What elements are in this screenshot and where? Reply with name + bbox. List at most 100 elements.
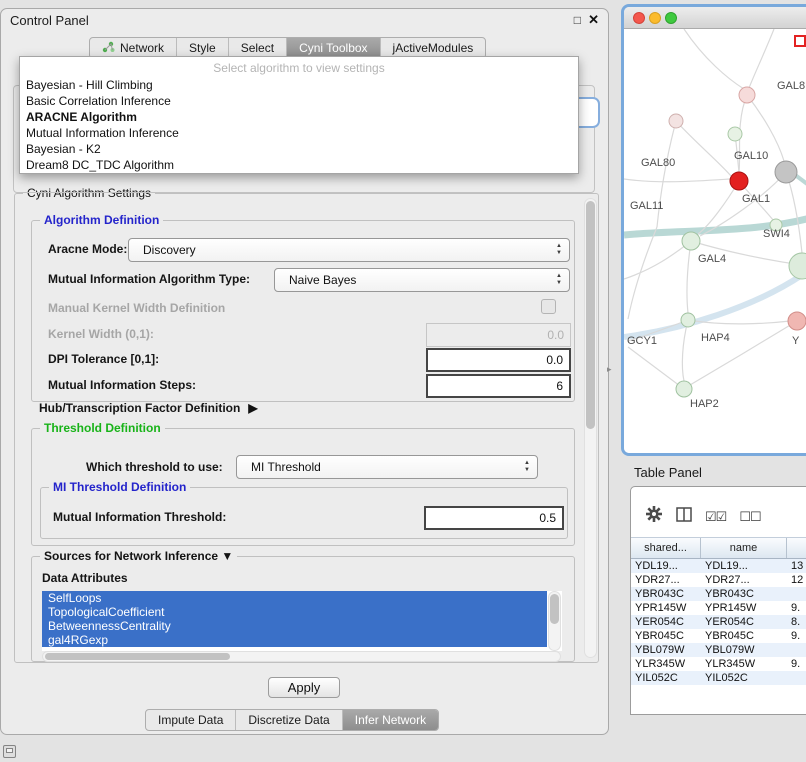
network-node[interactable]	[728, 127, 742, 141]
spinner-arrows-icon: ▲▼	[524, 460, 530, 474]
list-item-selected[interactable]: TopologicalCoefficient	[42, 605, 547, 619]
data-attributes-label: Data Attributes	[42, 571, 128, 585]
select-all-icon[interactable]: ☑☑	[705, 509, 726, 525]
tab-network[interactable]: Network	[90, 38, 177, 58]
column-header-partial[interactable]	[787, 538, 806, 558]
restore-panel-icon[interactable]	[3, 745, 16, 758]
restore-panel-icon-inner	[6, 748, 13, 753]
column-visibility-icon[interactable]	[676, 507, 692, 527]
table-row[interactable]: YBL079WYBL079W	[631, 643, 806, 657]
dropdown-item-mutual-information[interactable]: Mutual Information Inference	[20, 125, 578, 141]
tab-select[interactable]: Select	[229, 38, 287, 58]
network-node-red[interactable]	[730, 172, 748, 190]
table-row[interactable]: YIL052CYIL052C	[631, 671, 806, 685]
dropdown-item-bayesian-k2[interactable]: Bayesian - K2	[20, 141, 578, 157]
network-node-gray[interactable]	[775, 161, 797, 183]
network-graph	[624, 29, 806, 453]
group-title: Algorithm Definition	[40, 213, 163, 227]
table-row[interactable]: YPR145WYPR145W9.	[631, 601, 806, 615]
deselect-all-icon[interactable]: ☐☐	[739, 509, 760, 525]
table-row[interactable]: YDR27...YDR27...12	[631, 573, 806, 587]
table-row[interactable]: YDL19...YDL19...13	[631, 559, 806, 573]
list-horizontal-scrollbar[interactable]	[42, 651, 561, 662]
scrollbar-thumb[interactable]	[586, 201, 595, 429]
collapsed-arrow-icon: ▶	[248, 401, 257, 415]
column-header-name[interactable]: name	[701, 538, 787, 558]
tab-label: Infer Network	[355, 713, 426, 727]
selected-value: Naive Bayes	[289, 273, 356, 287]
node-label: HAP2	[690, 398, 719, 410]
tab-style[interactable]: Style	[177, 38, 229, 58]
dropdown-item-aracne[interactable]: ARACNE Algorithm	[20, 109, 578, 125]
settings-vertical-scrollbar[interactable]	[584, 198, 597, 658]
table-row[interactable]: YLR345WYLR345W9.	[631, 657, 806, 671]
settings-gear-icon[interactable]	[645, 505, 663, 528]
list-item-selected[interactable]: SelfLoops	[42, 591, 547, 605]
network-node[interactable]	[739, 87, 755, 103]
table-panel-window: ☑☑ ☐☐ shared... name YDL19...YDL19...13 …	[630, 486, 806, 715]
minimize-light-icon[interactable]	[649, 12, 661, 24]
tab-jactivemodules[interactable]: jActiveModules	[381, 38, 486, 58]
network-canvas[interactable]: GAL80 GAL10 GAL11 GAL1 SWI4 GAL4 GCY1 HA…	[624, 29, 806, 453]
manual-kernel-checkbox[interactable]	[541, 299, 556, 314]
aracne-mode-select[interactable]: Discovery ▲▼	[128, 238, 570, 262]
network-node[interactable]	[676, 381, 692, 397]
panel-divider-handle[interactable]: ▸	[607, 364, 612, 375]
table-row[interactable]: YBR043CYBR043C	[631, 587, 806, 601]
network-node[interactable]	[669, 114, 683, 128]
cyni-bottom-tabs: Impute Data Discretize Data Infer Networ…	[145, 709, 439, 731]
hub-definition-expander[interactable]: Hub/Transcription Factor Definition ▶	[39, 401, 258, 415]
scrollbar-thumb[interactable]	[550, 594, 559, 624]
sources-expander[interactable]: Sources for Network Inference ▼	[40, 549, 237, 563]
tab-label: jActiveModules	[393, 41, 474, 55]
column-header-shared-name[interactable]: shared...	[631, 538, 701, 558]
dropdown-item-basic-correlation[interactable]: Basic Correlation Inference	[20, 93, 578, 109]
network-node-pink[interactable]	[788, 312, 806, 330]
table-row[interactable]: YBR045CYBR045C9.	[631, 629, 806, 643]
tab-label: Impute Data	[158, 713, 223, 727]
tab-cyni-toolbox[interactable]: Cyni Toolbox	[287, 38, 380, 58]
manual-kernel-label: Manual Kernel Width Definition	[48, 301, 225, 315]
list-item-selected[interactable]: gal4RGexp	[42, 633, 547, 647]
tab-infer-network[interactable]: Infer Network	[343, 710, 438, 730]
tab-impute-data[interactable]: Impute Data	[146, 710, 236, 730]
mi-threshold-label: Mutual Information Threshold:	[53, 510, 226, 524]
list-item-selected[interactable]: BetweennessCentrality	[42, 619, 547, 633]
threshold-select[interactable]: MI Threshold ▲▼	[236, 455, 538, 479]
mi-steps-input[interactable]: 6	[426, 374, 571, 398]
window-title: Control Panel	[10, 13, 89, 28]
control-panel-titlebar: Control Panel □ ✕	[1, 9, 608, 31]
mi-type-select[interactable]: Naive Bayes ▲▼	[274, 268, 570, 292]
mi-type-label: Mutual Information Algorithm Type:	[48, 272, 250, 286]
dpi-tolerance-input[interactable]: 0.0	[426, 348, 571, 372]
network-node[interactable]	[789, 253, 806, 279]
network-node[interactable]	[681, 313, 695, 327]
node-label: Y	[792, 335, 799, 347]
table-row[interactable]: YER054CYER054C8.	[631, 615, 806, 629]
network-node[interactable]	[682, 232, 700, 250]
dropdown-item-bayesian-hill[interactable]: Bayesian - Hill Climbing	[20, 77, 578, 93]
zoom-light-icon[interactable]	[665, 12, 677, 24]
group-title: Threshold Definition	[40, 421, 165, 435]
algorithm-definition-group: Algorithm Definition Aracne Mode: Discov…	[31, 220, 575, 402]
kernel-width-input[interactable]: 0.0	[426, 323, 571, 347]
mi-threshold-input[interactable]: 0.5	[424, 506, 564, 530]
close-light-icon[interactable]	[633, 12, 645, 24]
cyni-algorithm-settings-group: Cyni Algorithm Settings Algorithm Defini…	[14, 193, 599, 663]
float-window-icon[interactable]: □	[574, 13, 581, 27]
table-body: YDL19...YDL19...13 YDR27...YDR27...12 YB…	[631, 559, 806, 685]
close-icon[interactable]: ✕	[588, 12, 599, 28]
list-vertical-scrollbar[interactable]	[548, 591, 561, 651]
dropdown-prompt: Select algorithm to view settings	[20, 60, 578, 77]
network-nodes[interactable]	[669, 87, 806, 397]
desktop: Control Panel □ ✕ Network Style Select C…	[0, 0, 806, 762]
kernel-width-label: Kernel Width (0,1):	[48, 327, 154, 341]
dropdown-item-dream8[interactable]: Dream8 DC_TDC Algorithm	[20, 157, 578, 173]
tab-discretize-data[interactable]: Discretize Data	[236, 710, 342, 730]
tab-label: Network	[120, 41, 164, 55]
node-label: GAL1	[742, 193, 770, 205]
selected-value: MI Threshold	[251, 460, 321, 474]
network-window-titlebar[interactable]	[624, 7, 806, 29]
scrollbar-thumb[interactable]	[45, 653, 230, 660]
apply-button[interactable]: Apply	[268, 677, 340, 698]
